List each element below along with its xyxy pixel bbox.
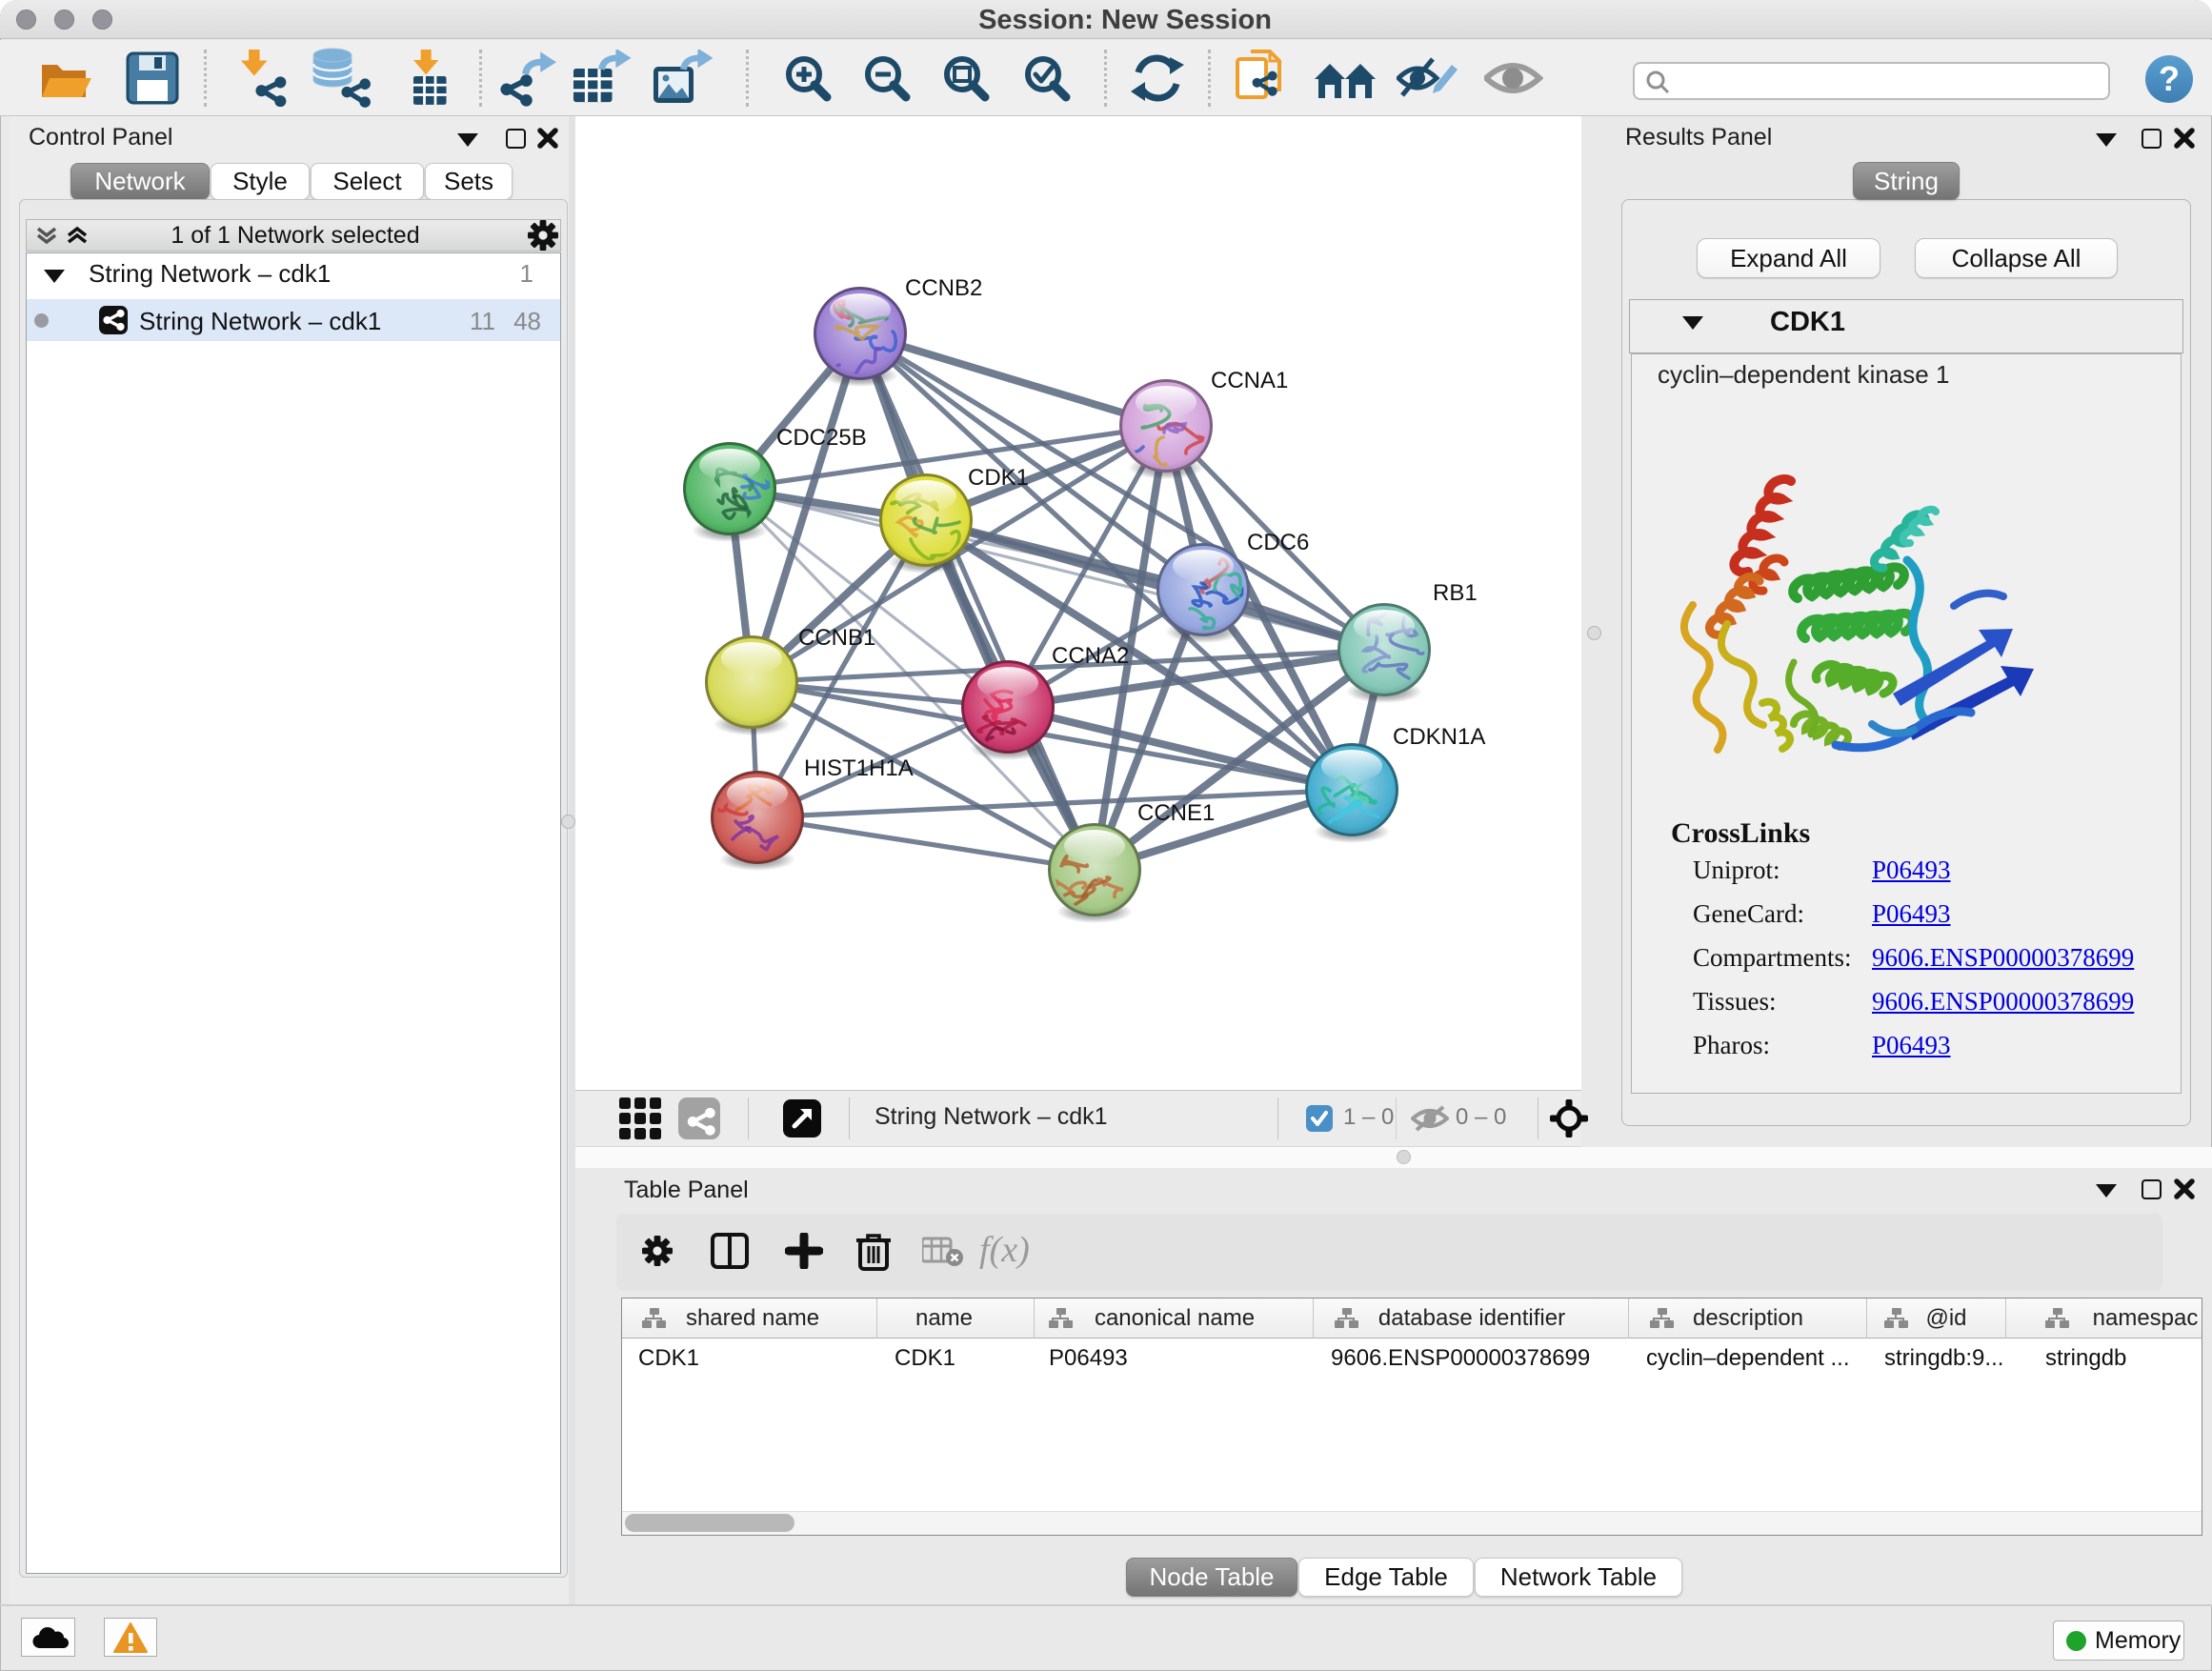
svg-text:CCNE1: CCNE1 bbox=[1137, 800, 1215, 826]
svg-text:CDC25B: CDC25B bbox=[776, 425, 867, 451]
svg-text:CCNB2: CCNB2 bbox=[905, 275, 982, 301]
svg-text:CCNA1: CCNA1 bbox=[1211, 368, 1288, 393]
svg-text:CDKN1A: CDKN1A bbox=[1393, 724, 1485, 750]
svg-text:CCNA2: CCNA2 bbox=[1052, 643, 1129, 669]
svg-text:HIST1H1A: HIST1H1A bbox=[804, 755, 914, 781]
svg-text:CCNB1: CCNB1 bbox=[798, 625, 875, 651]
svg-text:RB1: RB1 bbox=[1433, 580, 1478, 606]
svg-text:CDC6: CDC6 bbox=[1247, 530, 1309, 555]
svg-text:CDK1: CDK1 bbox=[968, 465, 1029, 491]
